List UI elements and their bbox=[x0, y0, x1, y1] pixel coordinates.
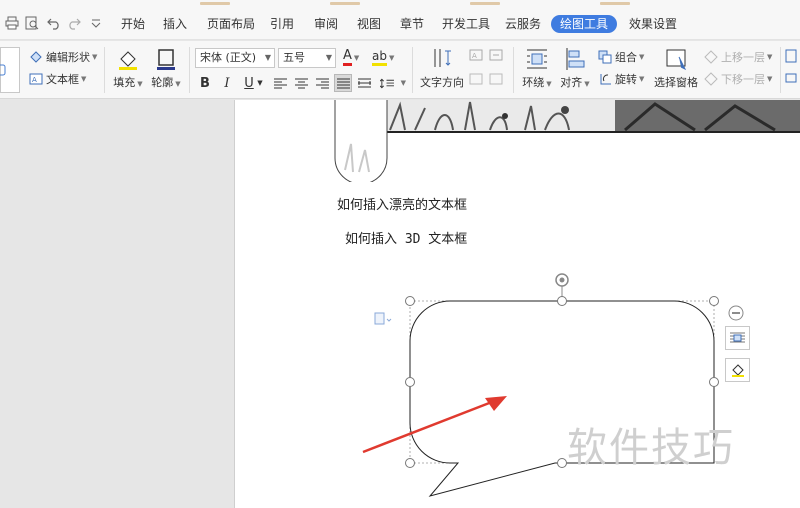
align-right-icon[interactable] bbox=[313, 74, 331, 92]
tab-insert[interactable]: 插入 bbox=[163, 15, 187, 33]
tab-effect-settings[interactable]: 效果设置 bbox=[629, 15, 677, 33]
rotate-icon bbox=[600, 74, 611, 85]
redo-icon[interactable] bbox=[66, 15, 82, 31]
rotate-button[interactable]: 旋转 ▼ bbox=[598, 71, 644, 87]
tab-view[interactable]: 视图 bbox=[357, 15, 381, 33]
text-box-button[interactable]: A 文本框 ▼ bbox=[29, 71, 86, 87]
selection-pane-icon bbox=[666, 49, 687, 71]
align-objects-icon bbox=[566, 48, 585, 70]
line-spacing-icon[interactable]: ▼ bbox=[380, 74, 406, 92]
selection-pane-button[interactable]: 选择窗格 bbox=[654, 47, 698, 90]
wrap-button[interactable]: 环绕 ▼ bbox=[520, 47, 554, 90]
fill-bucket-icon bbox=[731, 364, 744, 377]
bring-forward-icon bbox=[704, 50, 718, 64]
group-icon bbox=[598, 50, 612, 64]
doc-line-2[interactable]: 如何插入 3D 文本框 bbox=[345, 228, 467, 247]
edit-shape-button[interactable]: 编辑形状 ▼ bbox=[29, 49, 97, 65]
tab-page-layout[interactable]: 页面布局 bbox=[207, 15, 255, 33]
next-text-box-icon bbox=[489, 73, 503, 85]
layout-options-icon bbox=[730, 332, 745, 343]
outline-icon bbox=[157, 49, 175, 70]
fill-button[interactable]: 填充 ▼ bbox=[113, 47, 143, 90]
wrap-text-icon bbox=[527, 49, 547, 69]
tab-review[interactable]: 审阅 bbox=[314, 15, 338, 33]
tab-developer[interactable]: 开发工具 bbox=[442, 15, 490, 33]
text-box-break-icon bbox=[489, 49, 503, 61]
print-icon[interactable] bbox=[4, 15, 20, 31]
svg-text:A: A bbox=[32, 76, 37, 84]
collapse-icon[interactable] bbox=[725, 302, 747, 324]
text-box-link-icon: A bbox=[469, 49, 483, 61]
layout-options-button[interactable] bbox=[725, 326, 750, 350]
underline-dropdown-icon[interactable]: ▼ bbox=[256, 74, 264, 92]
menu-bar: 开始 插入 页面布局 引用 审阅 视图 章节 开发工具 云服务 绘图工具 效果设… bbox=[0, 8, 800, 40]
text-direction-button[interactable]: 文字方向 bbox=[420, 47, 464, 90]
shape-fill-float-button[interactable] bbox=[725, 358, 750, 382]
highlight-button[interactable]: ab ▼ bbox=[372, 49, 394, 66]
distributed-align-icon[interactable] bbox=[355, 74, 373, 92]
bold-button[interactable]: B bbox=[196, 74, 214, 92]
customize-toolbar-icon[interactable] bbox=[88, 15, 104, 31]
fill-bucket-icon bbox=[119, 51, 137, 70]
bring-forward-button[interactable]: 上移一层 ▼ bbox=[704, 49, 772, 65]
ribbon-toolbar: 编辑形状 ▼ A 文本框 ▼ 填充 ▼ 轮廓 ▼ 宋体 (正文) ▼ 五号 ▼ A ▼ ab ▼… bbox=[0, 41, 800, 99]
align-center-icon[interactable] bbox=[292, 74, 310, 92]
size-height-icon[interactable] bbox=[785, 49, 797, 63]
justify-icon[interactable] bbox=[334, 74, 352, 92]
shape-gallery[interactable] bbox=[0, 47, 20, 93]
title-strip bbox=[0, 0, 800, 8]
send-backward-button[interactable]: 下移一层 ▼ bbox=[704, 71, 772, 87]
outline-button[interactable]: 轮廓 ▼ bbox=[151, 47, 181, 90]
text-direction-icon bbox=[434, 49, 451, 67]
watermark-text: 软件技巧 bbox=[567, 425, 735, 471]
send-backward-icon bbox=[704, 72, 718, 86]
document-page[interactable]: 如何插入漂亮的文本框 如何插入 3D 文本框 软件技巧 bbox=[234, 100, 800, 508]
wps-writer-window: { "menu": { "tabs": [ {"label": "开始"}, {… bbox=[0, 0, 800, 508]
tab-home[interactable]: 开始 bbox=[121, 15, 145, 33]
tab-chapter[interactable]: 章节 bbox=[400, 15, 424, 33]
font-size-select[interactable]: 五号 ▼ bbox=[278, 48, 336, 68]
font-color-button[interactable]: A ▼ bbox=[343, 49, 359, 66]
doc-line-1[interactable]: 如何插入漂亮的文本框 bbox=[337, 194, 467, 213]
align-left-icon[interactable] bbox=[271, 74, 289, 92]
size-width-icon[interactable] bbox=[785, 71, 797, 85]
align-button[interactable]: 对齐 ▼ bbox=[559, 47, 591, 90]
font-family-select[interactable]: 宋体 (正文) ▼ bbox=[195, 48, 275, 68]
print-preview-icon[interactable] bbox=[24, 15, 40, 31]
undo-icon[interactable] bbox=[46, 15, 62, 31]
italic-button[interactable]: I bbox=[218, 74, 236, 92]
tab-cloud-service[interactable]: 云服务 bbox=[505, 15, 541, 33]
group-button[interactable]: 组合 ▼ bbox=[598, 49, 644, 65]
tab-references[interactable]: 引用 bbox=[270, 15, 294, 33]
ink-painting-image bbox=[334, 100, 800, 182]
edit-shape-icon bbox=[30, 51, 42, 63]
prev-text-box-icon bbox=[469, 73, 483, 85]
tab-drawing-tools[interactable]: 绘图工具 bbox=[551, 15, 618, 33]
document-workspace: 如何插入漂亮的文本框 如何插入 3D 文本框 软件技巧 bbox=[0, 100, 800, 508]
text-box-icon: A bbox=[29, 73, 43, 85]
svg-text:A: A bbox=[472, 52, 477, 60]
